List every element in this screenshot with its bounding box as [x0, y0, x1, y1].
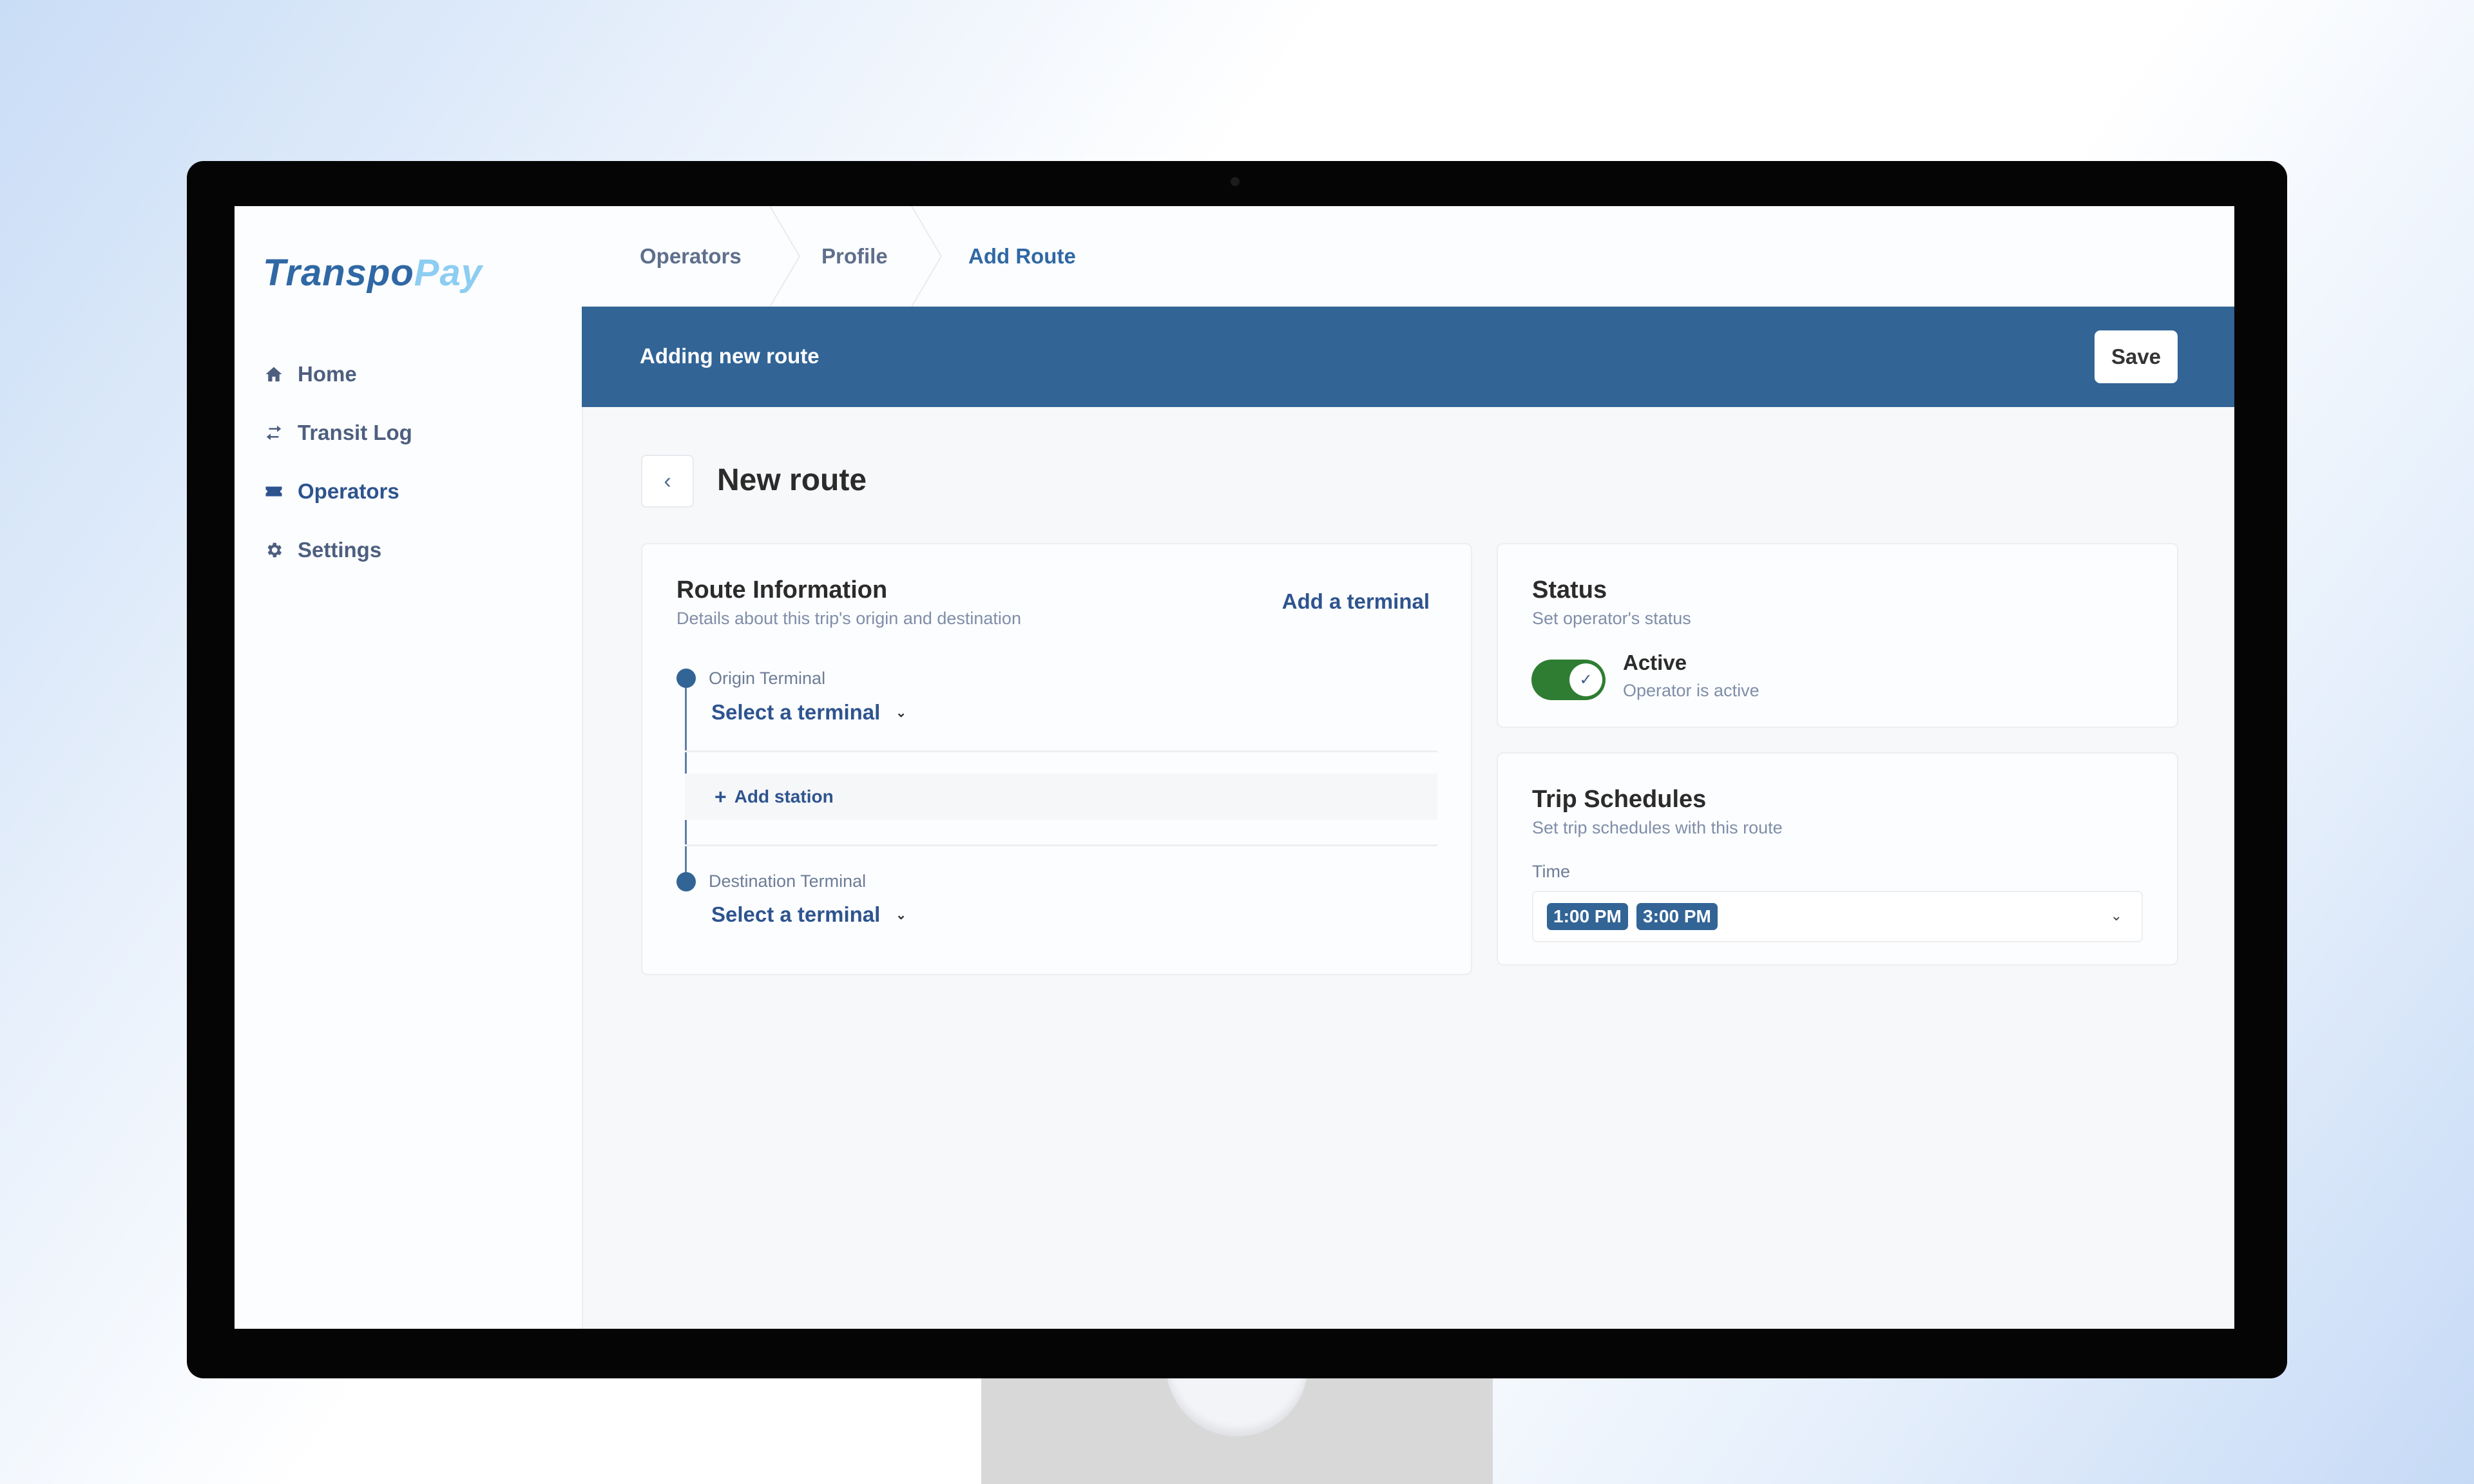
chevron-down-icon: ⌄ [896, 908, 907, 922]
origin-terminal-label: Origin Terminal [709, 669, 826, 688]
back-button[interactable]: ‹ [641, 455, 694, 508]
status-toggle[interactable]: ✓ [1531, 660, 1606, 700]
sidebar: TranspoPay Home Transit Log Operators Se… [235, 206, 583, 1329]
chevron-left-icon: ‹ [664, 468, 671, 493]
action-banner: Adding new route Save [582, 307, 2234, 407]
breadcrumb-operators[interactable]: Operators [640, 206, 742, 307]
sidebar-nav: Home Transit Log Operators Settings [263, 345, 412, 579]
status-state-label: Active [1623, 651, 1687, 674]
destination-terminal-select[interactable]: Select a terminal ⌄ [711, 902, 906, 927]
card-subtitle: Set operator's status [1532, 609, 1691, 628]
origin-terminal-select[interactable]: Select a terminal ⌄ [711, 700, 906, 725]
trip-schedules-card: Trip Schedules Set trip schedules with t… [1497, 752, 2178, 966]
time-multiselect[interactable]: 1:00 PM 3:00 PM ⌄ [1532, 891, 2143, 942]
destination-dot [676, 872, 696, 891]
page-title: New route [717, 463, 867, 497]
breadcrumb-add-route: Add Route [968, 244, 1076, 268]
transfer-arrows-icon [263, 422, 285, 444]
route-information-card: Route Information Details about this tri… [641, 543, 1472, 975]
divider [685, 844, 1437, 846]
card-subtitle: Details about this trip's origin and des… [676, 609, 1021, 628]
time-chip[interactable]: 1:00 PM [1547, 903, 1628, 930]
card-subtitle: Set trip schedules with this route [1532, 818, 1783, 837]
divider [685, 750, 1437, 752]
logo[interactable]: TranspoPay [263, 251, 483, 294]
card-title: Route Information [676, 576, 888, 604]
ticket-icon [263, 480, 285, 502]
card-title: Trip Schedules [1532, 786, 1707, 813]
home-icon [263, 363, 285, 385]
breadcrumb-separator [769, 206, 801, 307]
sidebar-item-label: Settings [298, 537, 382, 562]
gear-icon [263, 539, 285, 561]
sidebar-item-label: Home [298, 361, 357, 386]
add-station-button[interactable]: + Add station [685, 774, 1437, 820]
plus-icon: + [714, 785, 727, 808]
card-title: Status [1532, 576, 1607, 604]
time-chip[interactable]: 3:00 PM [1636, 903, 1718, 930]
check-icon: ✓ [1569, 663, 1602, 696]
origin-dot [676, 669, 696, 688]
banner-title: Adding new route [640, 344, 820, 368]
breadcrumb-separator [911, 206, 943, 307]
status-state-description: Operator is active [1623, 681, 1760, 700]
sidebar-item-home[interactable]: Home [263, 345, 412, 403]
sidebar-item-label: Transit Log [298, 420, 412, 444]
time-field-label: Time [1532, 862, 1570, 881]
chevron-down-icon: ⌄ [896, 705, 907, 720]
sidebar-item-operators[interactable]: Operators [263, 462, 412, 520]
chevron-down-icon: ⌄ [2110, 908, 2122, 924]
add-terminal-link[interactable]: Add a terminal [1282, 589, 1430, 614]
sidebar-item-transit-log[interactable]: Transit Log [263, 403, 412, 462]
destination-terminal-label: Destination Terminal [709, 871, 867, 891]
app-screen: TranspoPay Home Transit Log Operators Se… [235, 206, 2234, 1329]
sidebar-item-label: Operators [298, 479, 399, 503]
topbar: Operators Profile Add Route Juan Cruz Ad… [582, 206, 2234, 307]
webcam [1231, 177, 1240, 186]
status-card: Status Set operator's status ✓ Active Op… [1497, 543, 2178, 728]
sidebar-item-settings[interactable]: Settings [263, 520, 412, 579]
save-button[interactable]: Save [2095, 330, 2178, 383]
breadcrumb-profile[interactable]: Profile [821, 206, 888, 307]
